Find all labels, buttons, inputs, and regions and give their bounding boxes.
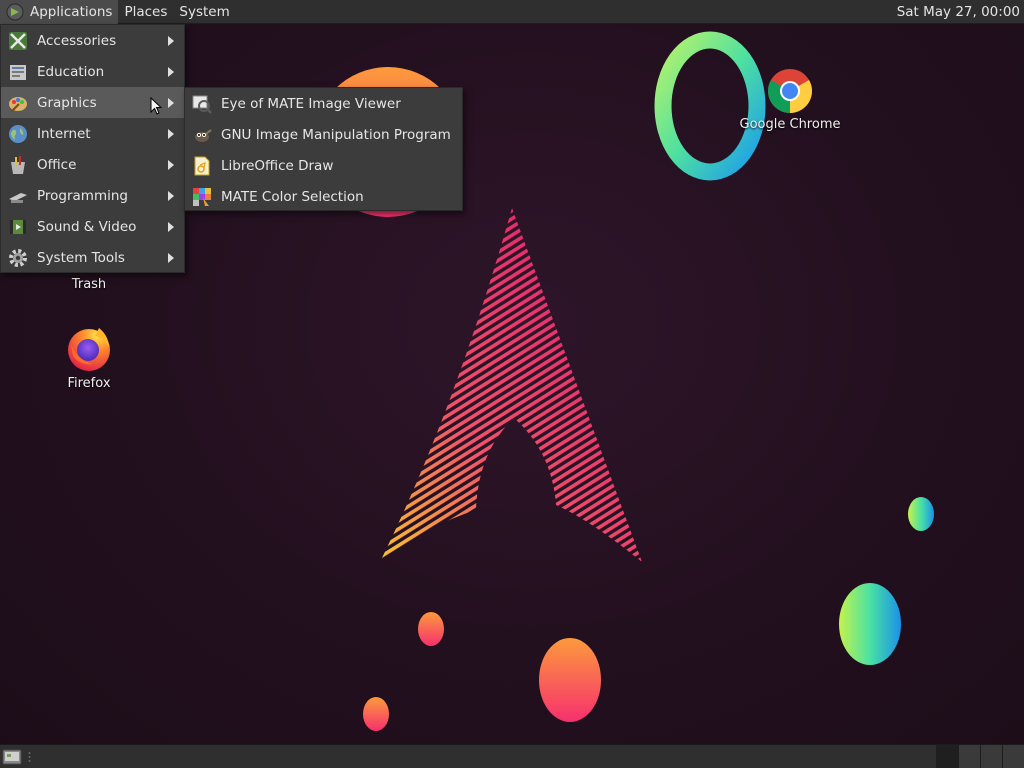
mouse-cursor-icon <box>150 97 162 115</box>
applications-menu-button[interactable]: Applications <box>0 0 119 24</box>
menu-item-office[interactable]: Office <box>1 149 184 180</box>
firefox-label: Firefox <box>67 376 111 391</box>
menu-item-internet[interactable]: Internet <box>1 118 184 149</box>
applications-menu: Accessories Education Graphics Internet <box>0 24 185 273</box>
menu-item-education[interactable]: Education <box>1 56 184 87</box>
graphics-icon <box>9 96 27 113</box>
menu-item-libreoffice-draw[interactable]: LibreOffice Draw <box>185 150 462 181</box>
places-menu-button[interactable]: Places <box>118 0 173 24</box>
workspace-3[interactable] <box>980 745 1002 768</box>
submenu-arrow-icon <box>168 191 174 201</box>
education-icon <box>10 64 26 80</box>
menu-label-libreoffice-draw: LibreOffice Draw <box>221 157 334 174</box>
clock[interactable]: Sat May 27, 00:00 <box>897 0 1020 24</box>
bubble-orange-large <box>539 638 601 722</box>
system-menu-button[interactable]: System <box>173 0 235 24</box>
mate-logo-icon <box>6 3 24 20</box>
workspace-1[interactable] <box>936 745 958 768</box>
multimedia-icon <box>10 219 26 234</box>
system-label: System <box>179 3 230 20</box>
globe-icon <box>9 124 27 143</box>
workspace-switcher <box>936 745 1024 768</box>
accessories-icon <box>9 31 27 50</box>
submenu-arrow-icon <box>168 36 174 46</box>
gear-icon <box>9 248 27 267</box>
chrome-icon <box>768 69 812 113</box>
menu-label-sound-video: Sound & Video <box>37 218 137 235</box>
menu-label-graphics: Graphics <box>37 94 97 111</box>
submenu-arrow-icon <box>168 253 174 263</box>
menu-item-mate-color-selection[interactable]: MATE Color Selection <box>185 181 462 212</box>
menu-label-mate-color-selection: MATE Color Selection <box>221 188 364 205</box>
office-icon <box>11 155 25 174</box>
bubble-green-small <box>908 497 934 531</box>
show-desktop-icon[interactable] <box>2 748 22 766</box>
menu-label-programming: Programming <box>37 187 128 204</box>
programming-icon <box>9 192 27 203</box>
menu-item-gimp[interactable]: GNU Image Manipulation Program <box>185 119 462 150</box>
menu-item-system-tools[interactable]: System Tools <box>1 242 184 273</box>
menu-label-accessories: Accessories <box>37 32 117 49</box>
submenu-arrow-icon <box>168 98 174 108</box>
image-viewer-icon <box>192 95 212 114</box>
menu-label-gimp: GNU Image Manipulation Program <box>221 126 451 143</box>
menu-label-office: Office <box>37 156 77 173</box>
libreoffice-draw-icon <box>194 156 210 175</box>
submenu-arrow-icon <box>168 67 174 77</box>
menu-item-accessories[interactable]: Accessories <box>1 25 184 56</box>
menu-item-programming[interactable]: Programming <box>1 180 184 211</box>
arch-logo <box>380 208 642 562</box>
menu-label-internet: Internet <box>37 125 91 142</box>
gimp-icon <box>195 128 212 142</box>
places-label: Places <box>124 3 168 20</box>
graphics-submenu: Eye of MATE Image Viewer GNU Image Manip… <box>184 87 463 211</box>
desktop-icon-trash[interactable]: Trash <box>34 277 144 292</box>
desktop-icon-chrome[interactable]: Google Chrome <box>735 67 845 132</box>
bubble-green-large <box>839 583 901 665</box>
menu-item-eye-of-mate[interactable]: Eye of MATE Image Viewer <box>185 88 462 119</box>
desktop-icon-firefox[interactable]: Firefox <box>34 324 144 391</box>
menu-label-system-tools: System Tools <box>37 249 125 266</box>
top-panel: Applications Places System Sat May 27, 0… <box>0 0 1024 24</box>
menu-label-eye-of-mate: Eye of MATE Image Viewer <box>221 95 401 112</box>
bottom-panel <box>0 744 1024 768</box>
submenu-arrow-icon <box>168 222 174 232</box>
chrome-label: Google Chrome <box>739 117 841 132</box>
panel-drag-handle[interactable] <box>27 751 32 763</box>
firefox-icon <box>68 328 110 371</box>
menu-label-education: Education <box>37 63 105 80</box>
color-selection-icon <box>193 187 211 206</box>
bubble-orange-tiny <box>363 697 389 731</box>
workspace-4[interactable] <box>1002 745 1024 768</box>
bubble-orange-small <box>418 612 444 646</box>
submenu-arrow-icon <box>168 160 174 170</box>
submenu-arrow-icon <box>168 129 174 139</box>
applications-label: Applications <box>30 3 113 20</box>
menu-item-sound-video[interactable]: Sound & Video <box>1 211 184 242</box>
workspace-2[interactable] <box>958 745 980 768</box>
trash-label: Trash <box>71 277 107 292</box>
